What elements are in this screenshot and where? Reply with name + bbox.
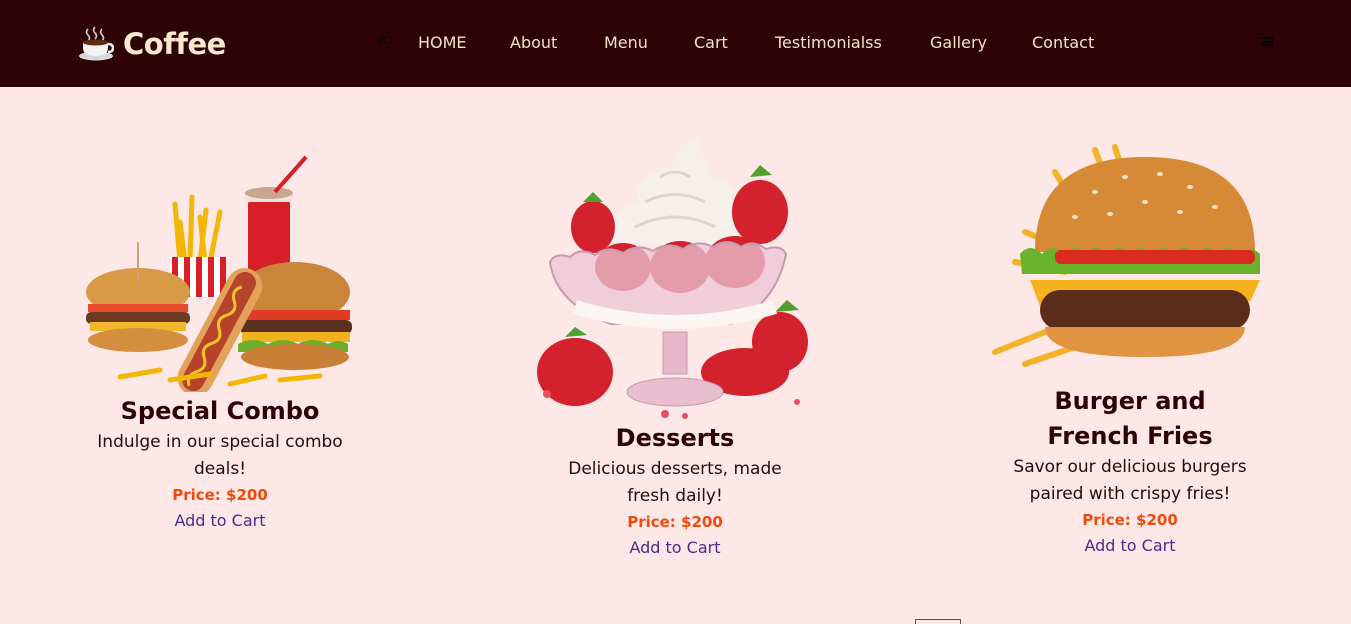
menu-card-desserts: Desserts Delicious desserts, made fresh … <box>535 132 815 560</box>
hamburger-icon[interactable] <box>1262 37 1273 46</box>
nav-link-cart[interactable]: Cart <box>694 33 728 53</box>
strawberry-dessert-image <box>537 137 808 419</box>
nav-link-menu[interactable]: Menu <box>604 33 648 53</box>
add-to-cart-link[interactable]: Add to Cart <box>629 535 720 560</box>
card-title: Special Combo <box>120 397 320 425</box>
coffee-cup-icon <box>79 26 114 61</box>
card-title: Burger and French Fries <box>1047 387 1213 450</box>
menu-card-special-combo: Special Combo Indulge in our special com… <box>80 152 360 533</box>
card-price: Price: $200 <box>1082 511 1178 529</box>
card-title: Desserts <box>615 424 735 452</box>
nav-link-home[interactable]: HOME <box>418 33 467 53</box>
add-to-cart-link[interactable]: Add to Cart <box>174 508 265 533</box>
navbar: Coffee ✕ HOME About Menu Cart Testimonia… <box>0 0 1351 87</box>
card-description: Delicious desserts, made fresh daily! <box>568 459 782 506</box>
card-price: Price: $200 <box>172 486 268 504</box>
card-price: Price: $200 <box>627 513 723 531</box>
card-description: Indulge in our special combo deals! <box>97 432 343 479</box>
nav-link-contact[interactable]: Contact <box>1032 33 1094 53</box>
combo-meal-image <box>86 155 352 392</box>
menu-card-burger-fries: Burger and French Fries Savor our delici… <box>985 142 1275 558</box>
brand-name: Coffee <box>123 27 226 61</box>
add-to-cart-link[interactable]: Add to Cart <box>1084 533 1175 558</box>
card-description: Savor our delicious burgers paired with … <box>1013 457 1247 504</box>
brand-logo[interactable]: Coffee <box>78 24 226 64</box>
nav-link-gallery[interactable]: Gallery <box>930 33 987 53</box>
nav-link-about[interactable]: About <box>510 33 557 53</box>
close-icon[interactable]: ✕ <box>377 33 389 49</box>
nav-link-testimonials[interactable]: Testimonialss <box>775 33 882 53</box>
burger-fries-image <box>992 144 1260 367</box>
